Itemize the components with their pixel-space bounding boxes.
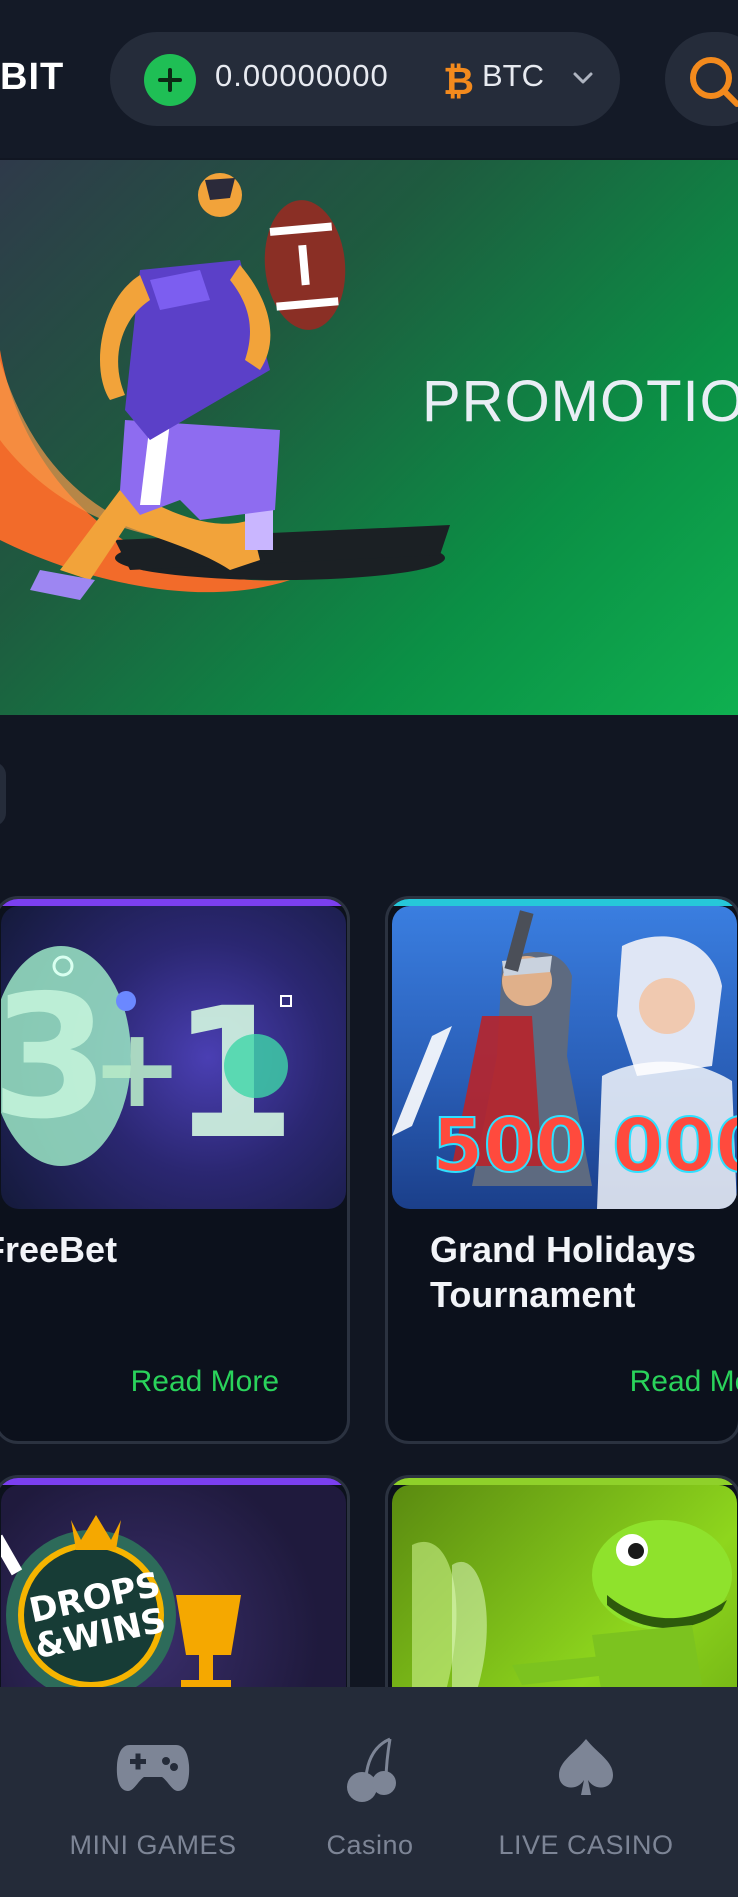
bottom-navigation: MINI GAMES Casino LIVE CASINO (0, 1687, 738, 1897)
card-accent-bar (388, 899, 738, 906)
currency-label: BTC (482, 58, 544, 93)
nav-casino[interactable]: Casino (250, 1687, 490, 1897)
read-more-link[interactable]: Read More (131, 1365, 279, 1399)
nav-label: MINI GAMES (69, 1830, 237, 1860)
card-accent-bar (0, 1478, 347, 1485)
plus-icon (158, 68, 182, 92)
spade-icon (466, 1737, 706, 1807)
card-accent-bar (0, 899, 347, 906)
nav-mini-games[interactable]: MINI GAMES (33, 1687, 273, 1897)
bitcoin-icon: ₿ (443, 59, 474, 103)
promo-title-line: Tournament (430, 1274, 636, 1315)
svg-text:+: + (91, 1004, 183, 1132)
card-accent-bar (388, 1478, 738, 1485)
chevron-down-icon[interactable] (570, 68, 596, 88)
cherry-icon (250, 1737, 490, 1807)
deposit-button[interactable] (144, 54, 196, 106)
prize-amount: 500 000 (432, 1103, 737, 1189)
read-more-link[interactable]: Read More (630, 1365, 738, 1399)
nav-label: Casino (326, 1830, 414, 1860)
nav-live-casino[interactable]: LIVE CASINO (466, 1687, 706, 1897)
banner-title: PROMOTION (422, 369, 738, 434)
promo-title: FreeBet (0, 1229, 118, 1270)
nav-label: LIVE CASINO (498, 1830, 674, 1860)
football-player-illustration (0, 173, 450, 600)
site-logo[interactable]: BIT (0, 56, 64, 99)
search-icon (690, 57, 738, 107)
promotion-banner[interactable]: PROMOTION (0, 160, 738, 715)
promo-card-grand-holidays[interactable]: 500 000 Grand Holidays Tournament Read M… (385, 896, 738, 1444)
balance-amount: 0.00000000 (215, 58, 389, 93)
search-button[interactable] (665, 32, 738, 126)
carousel-indicator[interactable] (0, 762, 6, 826)
wallet-balance-pill[interactable]: 0.00000000 ₿ BTC (110, 32, 620, 126)
promo-card-freebet[interactable]: 3 + 1 FreeBet Read More (0, 896, 350, 1444)
tournament-artwork: 500 000 (392, 906, 737, 1209)
top-header: BIT 0.00000000 ₿ BTC (0, 0, 738, 158)
promo-title: Grand Holidays Tournament (430, 1227, 738, 1317)
promo-title-line: Grand Holidays (430, 1229, 697, 1270)
freebet-artwork: 3 + 1 (1, 906, 346, 1209)
gamepad-icon (33, 1737, 273, 1807)
svg-text:₿: ₿ (443, 59, 474, 103)
